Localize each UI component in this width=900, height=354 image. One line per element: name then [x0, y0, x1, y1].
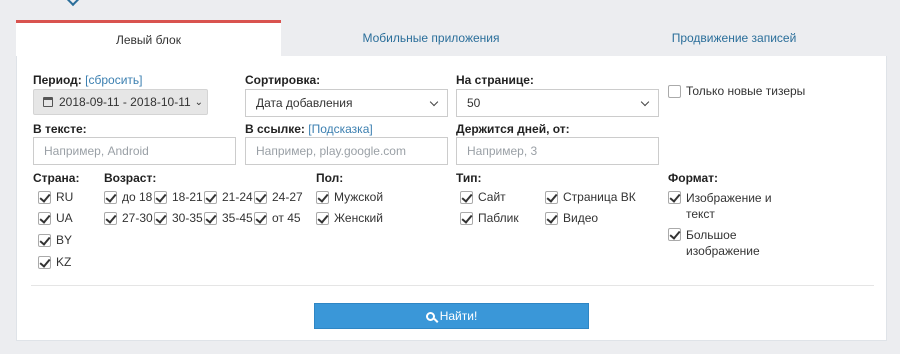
- country-checkbox-by[interactable]: BY: [38, 233, 72, 247]
- format-label: Формат:: [668, 171, 719, 185]
- text-label: В тексте:: [33, 122, 87, 136]
- gender-checkbox-female[interactable]: Женский: [316, 211, 383, 225]
- check-icon: [38, 234, 51, 247]
- tab-post-promotion[interactable]: Продвижение записей: [581, 20, 887, 56]
- type-label: Тип:: [456, 171, 482, 185]
- new-only-checkbox[interactable]: Только новые тизеры: [668, 84, 805, 98]
- age-checkbox-24-27[interactable]: 24-27: [254, 190, 303, 204]
- age-checkbox-over45[interactable]: от 45: [254, 211, 301, 225]
- divider: [31, 285, 874, 286]
- period-date-button[interactable]: 2018-09-11 - 2018-10-11 ⌄: [33, 89, 208, 115]
- tab-bar: Левый блок Мобильные приложения Продвиже…: [16, 20, 887, 56]
- type-checkbox-site[interactable]: Сайт: [460, 190, 506, 204]
- per-page-select[interactable]: 50: [456, 89, 659, 117]
- period-reset-link[interactable]: [сбросить]: [85, 73, 142, 87]
- days-label: Держится дней, от:: [456, 122, 570, 136]
- tab-left-block[interactable]: Левый блок: [16, 20, 281, 56]
- type-checkbox-vk-page[interactable]: Страница ВК: [545, 190, 636, 204]
- check-icon: [545, 212, 558, 225]
- filter-panel: Период: [сбросить] 2018-09-11 - 2018-10-…: [16, 56, 887, 341]
- age-checkbox-under18[interactable]: до 18: [104, 190, 152, 204]
- new-only-label: Только новые тизеры: [686, 84, 806, 98]
- check-icon: [204, 212, 217, 225]
- age-label: Возраст:: [104, 171, 157, 185]
- country-checkbox-ru[interactable]: RU: [38, 190, 73, 204]
- check-icon: [104, 191, 117, 204]
- check-icon: [460, 191, 473, 204]
- format-checkbox-image-text[interactable]: Изображение и текст: [668, 190, 793, 222]
- link-input[interactable]: [245, 137, 448, 165]
- check-icon: [38, 256, 51, 269]
- check-icon: [545, 191, 558, 204]
- country-checkbox-kz[interactable]: KZ: [38, 255, 71, 269]
- age-checkbox-27-30[interactable]: 27-30: [104, 211, 153, 225]
- search-icon: [425, 311, 435, 321]
- check-icon: [460, 212, 473, 225]
- find-button[interactable]: Найти!: [314, 303, 589, 329]
- per-page-value: 50: [467, 96, 481, 110]
- check-icon: [254, 191, 267, 204]
- format-checkbox-large-image[interactable]: Большое изображение: [668, 227, 793, 259]
- checkbox-box: [668, 85, 681, 98]
- chevron-down-icon: [640, 97, 650, 107]
- age-checkbox-35-45[interactable]: 35-45: [204, 211, 253, 225]
- check-icon: [668, 191, 681, 204]
- check-icon: [38, 191, 51, 204]
- sort-label: Сортировка:: [245, 73, 321, 87]
- check-icon: [668, 228, 681, 241]
- age-checkbox-21-24[interactable]: 21-24: [204, 190, 253, 204]
- age-checkbox-30-35[interactable]: 30-35: [154, 211, 203, 225]
- period-value: 2018-09-11 - 2018-10-11: [59, 95, 191, 109]
- top-caret-icon: [65, 0, 81, 7]
- per-page-label: На странице:: [456, 73, 534, 87]
- type-checkbox-video[interactable]: Видео: [545, 211, 598, 225]
- check-icon: [104, 212, 117, 225]
- find-button-label: Найти!: [439, 309, 478, 323]
- check-icon: [316, 191, 329, 204]
- sort-value: Дата добавления: [256, 96, 353, 110]
- tab-mobile-apps[interactable]: Мобильные приложения: [281, 20, 581, 56]
- age-checkbox-18-21[interactable]: 18-21: [154, 190, 203, 204]
- days-input[interactable]: [456, 137, 659, 165]
- check-icon: [154, 212, 167, 225]
- check-icon: [204, 191, 217, 204]
- chevron-down-icon: ⌄: [194, 96, 204, 108]
- chevron-down-icon: [429, 97, 439, 107]
- check-icon: [154, 191, 167, 204]
- check-icon: [316, 212, 329, 225]
- text-input[interactable]: [33, 137, 236, 165]
- type-checkbox-public[interactable]: Паблик: [460, 211, 519, 225]
- sort-select[interactable]: Дата добавления: [245, 89, 448, 117]
- check-icon: [254, 212, 267, 225]
- link-label: В ссылке: [Подсказка]: [245, 122, 373, 136]
- check-icon: [38, 212, 51, 225]
- link-hint-link[interactable]: [Подсказка]: [308, 122, 372, 136]
- gender-checkbox-male[interactable]: Мужской: [316, 190, 383, 204]
- country-checkbox-ua[interactable]: UA: [38, 211, 73, 225]
- gender-label: Пол:: [316, 171, 344, 185]
- calendar-icon: [43, 97, 53, 107]
- period-label: Период: [сбросить]: [33, 73, 143, 87]
- country-label: Страна:: [33, 171, 80, 185]
